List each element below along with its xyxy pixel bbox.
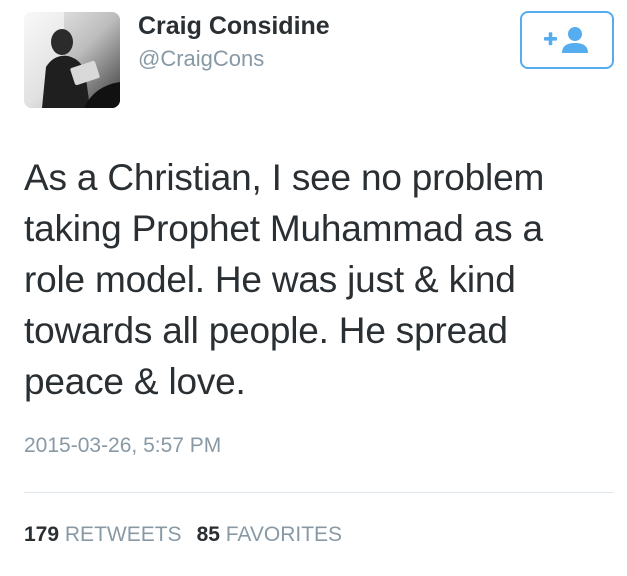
retweets-stat[interactable]: 179 RETWEETS (24, 523, 182, 547)
profile-photo (24, 12, 120, 108)
follow-user-icon (544, 27, 588, 53)
tweet-line: role model. He was just & kind (24, 259, 516, 300)
user-handle[interactable]: @CraigCons (138, 46, 264, 72)
retweets-label: RETWEETS (64, 523, 182, 546)
divider (24, 492, 614, 493)
favorites-count: 85 (196, 523, 220, 546)
tweet-text: As a Christian, I see no problem taking … (24, 152, 614, 407)
favorites-stat[interactable]: 85 FAVORITES (197, 523, 343, 547)
retweets-count: 179 (24, 523, 60, 546)
tweet-line: taking Prophet Muhammad as a (24, 208, 543, 249)
tweet-line: peace & love. (24, 361, 246, 402)
favorites-label: FAVORITES (225, 523, 343, 546)
tweet-line: As a Christian, I see no problem (24, 157, 545, 198)
avatar[interactable] (24, 12, 120, 108)
follow-button[interactable] (520, 11, 614, 69)
tweet-line: towards all people. He spread (24, 310, 508, 351)
tweet-timestamp: 2015-03-26, 5:57 PM (24, 434, 222, 457)
display-name[interactable]: Craig Considine (138, 12, 330, 41)
tweet-stats: 179 RETWEETS 85 FAVORITES (24, 523, 342, 547)
